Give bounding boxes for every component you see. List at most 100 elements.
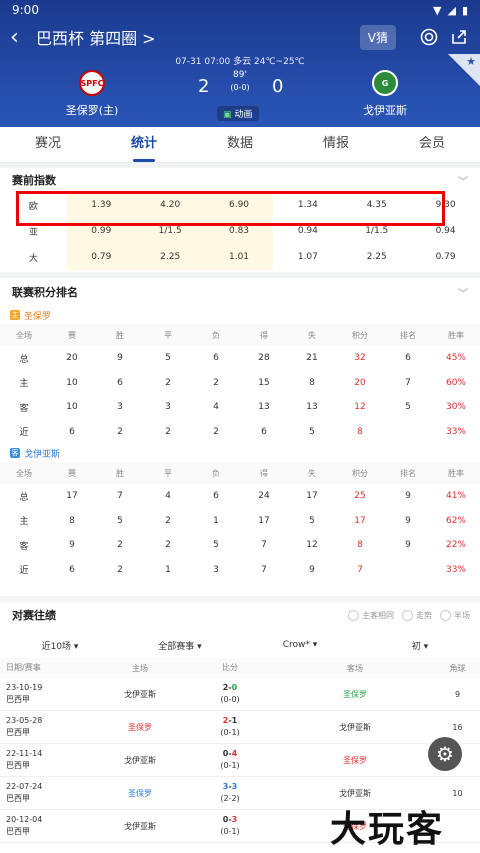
tab-stats[interactable]: 统计 — [96, 127, 192, 162]
standings-row: 主 10 6 2 2 15 8 20 7 60% — [0, 371, 480, 396]
standings-cell: 30% — [445, 402, 466, 413]
target-icon[interactable] — [418, 26, 440, 48]
h2h-date-cell: 20-12-04 巴西甲 — [0, 814, 95, 838]
bookmaker-select[interactable]: Crow* ▾ — [240, 640, 360, 650]
h2h-league: 巴西甲 — [6, 728, 30, 737]
h2h-date: 20-12-04 — [6, 815, 43, 824]
standings-cell: 13 — [306, 402, 318, 413]
standings-col-header: 负 — [212, 468, 220, 478]
standings-cell: 近 — [19, 566, 29, 577]
h2h-away-team: 圣保罗 — [343, 689, 367, 699]
standings-col-header: 积分 — [352, 468, 368, 478]
h2h-title: 对赛往绩 — [12, 609, 56, 622]
odds-cell: 0.79 — [435, 252, 456, 262]
standings-row: 客 10 3 3 4 13 13 12 5 30% — [0, 395, 480, 420]
chevron-down-icon[interactable]: ﹀ — [458, 285, 468, 300]
standings-col-header: 积分 — [352, 330, 368, 340]
standings-cell: 7 — [357, 564, 363, 575]
radio-trend[interactable]: 走势 — [402, 609, 432, 621]
back-icon[interactable]: ‹ — [10, 25, 32, 50]
standings-row: 近 6 2 1 3 7 9 7 33% — [0, 558, 480, 583]
standings-title: 联赛积分排名 — [12, 286, 78, 299]
standings-cell: 2 — [213, 377, 219, 388]
highlight-box — [16, 191, 445, 226]
standings-cell: 33% — [445, 426, 466, 437]
away-team-name: 戈伊亚斯 — [363, 104, 407, 117]
h2h-row[interactable]: 23-05-28 巴西甲 圣保罗 2-1 (0-1) 戈伊亚斯 16 — [0, 711, 480, 744]
h2h-home-team: 戈伊亚斯 — [124, 689, 156, 699]
competition-select[interactable]: 全部赛事 ▾ — [120, 639, 240, 652]
standings-cell: 7 — [261, 540, 267, 551]
h2h-score-cell: 0-4 (0-1) — [185, 748, 275, 772]
standings-col-header: 排名 — [400, 330, 416, 340]
standings-col-header: 胜率 — [448, 330, 464, 340]
match-title[interactable]: 巴西杯 第四圈 > — [36, 25, 360, 49]
radio-label: 走势 — [416, 610, 432, 620]
odds-row[interactable]: 大 0.79 2.25 1.01 1.07 2.25 0.79 — [0, 244, 480, 270]
odds-title: 赛前指数 — [12, 174, 56, 187]
home-standings-table: 全场赛胜平负得失积分 排名 胜率总 20 9 5 6 28 21 32 6 45% 主 10 6 2 2 15 8 2… — [0, 324, 480, 444]
standings-cell: 13 — [258, 402, 270, 413]
match-header: 9:00 ▼ ◢ ▮ ‹ 巴西杯 第四圈 > V猜 ★ 07-31 07:00 … — [0, 0, 480, 127]
h2h-score: 3-3 — [222, 782, 238, 791]
standings-col-header: 得 — [260, 330, 268, 340]
status-time: 9:00 — [12, 3, 39, 17]
standings-cell: 7 — [117, 491, 123, 502]
chevron-down-icon[interactable]: ﹀ — [458, 173, 468, 188]
standings-cell: 60% — [445, 377, 466, 388]
standings-cell: 6 — [405, 353, 411, 364]
radio-dot — [402, 609, 413, 621]
standings-cell: 2 — [165, 426, 171, 437]
standings-cell: 33% — [445, 564, 466, 575]
standings-col-header: 平 — [164, 330, 172, 340]
standings-cell: 2 — [165, 515, 171, 526]
h2h-league: 巴西甲 — [6, 695, 30, 704]
standings-cell: 32 — [354, 353, 366, 364]
h2h-date: 23-05-28 — [6, 716, 43, 725]
standings-cell: 5 — [117, 515, 123, 526]
away-standings-name: 戈伊亚斯 — [24, 449, 61, 460]
standings-cell: 17 — [354, 515, 366, 526]
standings-cell: 总 — [19, 354, 29, 365]
tab-intel[interactable]: 情报 — [288, 127, 384, 162]
status-bar: 9:00 ▼ ◢ ▮ — [0, 0, 480, 20]
title-bar: ‹ 巴西杯 第四圈 > V猜 — [0, 20, 480, 54]
standings-cell: 20 — [66, 353, 78, 364]
standings-cell: 6 — [69, 564, 75, 575]
h2h-score-cell: 0-3 (0-1) — [185, 814, 275, 838]
home-standings-name: 圣保罗 — [24, 311, 52, 322]
h2h-score: 0-4 — [222, 749, 238, 758]
h2h-away-team: 戈伊亚斯 — [339, 788, 371, 798]
tab-member[interactable]: 会员 — [384, 127, 480, 162]
radio-halftime[interactable]: 半场 — [440, 609, 470, 621]
standings-col-header: 胜 — [116, 330, 124, 340]
standings-cell: 近 — [19, 428, 29, 439]
recent-count-select[interactable]: 近10场 ▾ — [0, 639, 120, 652]
radio-same-venue[interactable]: 主客相同 — [348, 609, 394, 621]
vguess-button[interactable]: V猜 — [359, 24, 396, 50]
tab-overview[interactable]: 赛况 — [0, 127, 96, 162]
standings-cell: 41% — [445, 491, 466, 502]
settings-gear-icon[interactable]: ⚙ — [428, 737, 462, 771]
away-team[interactable]: G 戈伊亚斯 — [330, 70, 440, 118]
standings-row: 总 20 9 5 6 28 21 32 6 45% — [0, 346, 480, 371]
standings-cell: 28 — [258, 353, 270, 364]
standings-row: 近 6 2 2 2 6 5 8 33% — [0, 420, 480, 445]
standings-cell: 5 — [309, 515, 315, 526]
odds-stage-select[interactable]: 初 ▾ — [360, 639, 480, 652]
standings-cell: 24 — [258, 491, 270, 502]
standings-cell: 9 — [405, 491, 411, 502]
standings-cell: 21 — [306, 353, 318, 364]
odds-header[interactable]: 赛前指数 ﹀ — [0, 168, 480, 192]
h2h-date-cell: 23-10-19 巴西甲 — [0, 682, 95, 706]
share-icon[interactable] — [448, 26, 470, 48]
h2h-row[interactable]: 23-10-19 巴西甲 戈伊亚斯 2-0 (0-0) 圣保罗 9 — [0, 678, 480, 711]
away-standings-table: 全场赛胜平负得失积分 排名 胜率总 17 7 4 6 24 17 25 9 41% 主 8 5 2 1 17 5 17… — [0, 462, 480, 582]
standings-col-header: 负 — [212, 330, 220, 340]
h2h-date: 23-10-19 — [6, 683, 43, 692]
h2h-row[interactable]: 22-11-14巴西甲戈伊亚斯0-4(0-1)圣保罗7 — [0, 744, 480, 777]
tab-data[interactable]: 数据 — [192, 127, 288, 162]
standings-header[interactable]: 联赛积分排名 ﹀ — [0, 278, 480, 306]
standings-col-header: 胜率 — [448, 468, 464, 478]
animation-button[interactable]: ▣ 动画 — [217, 106, 259, 121]
